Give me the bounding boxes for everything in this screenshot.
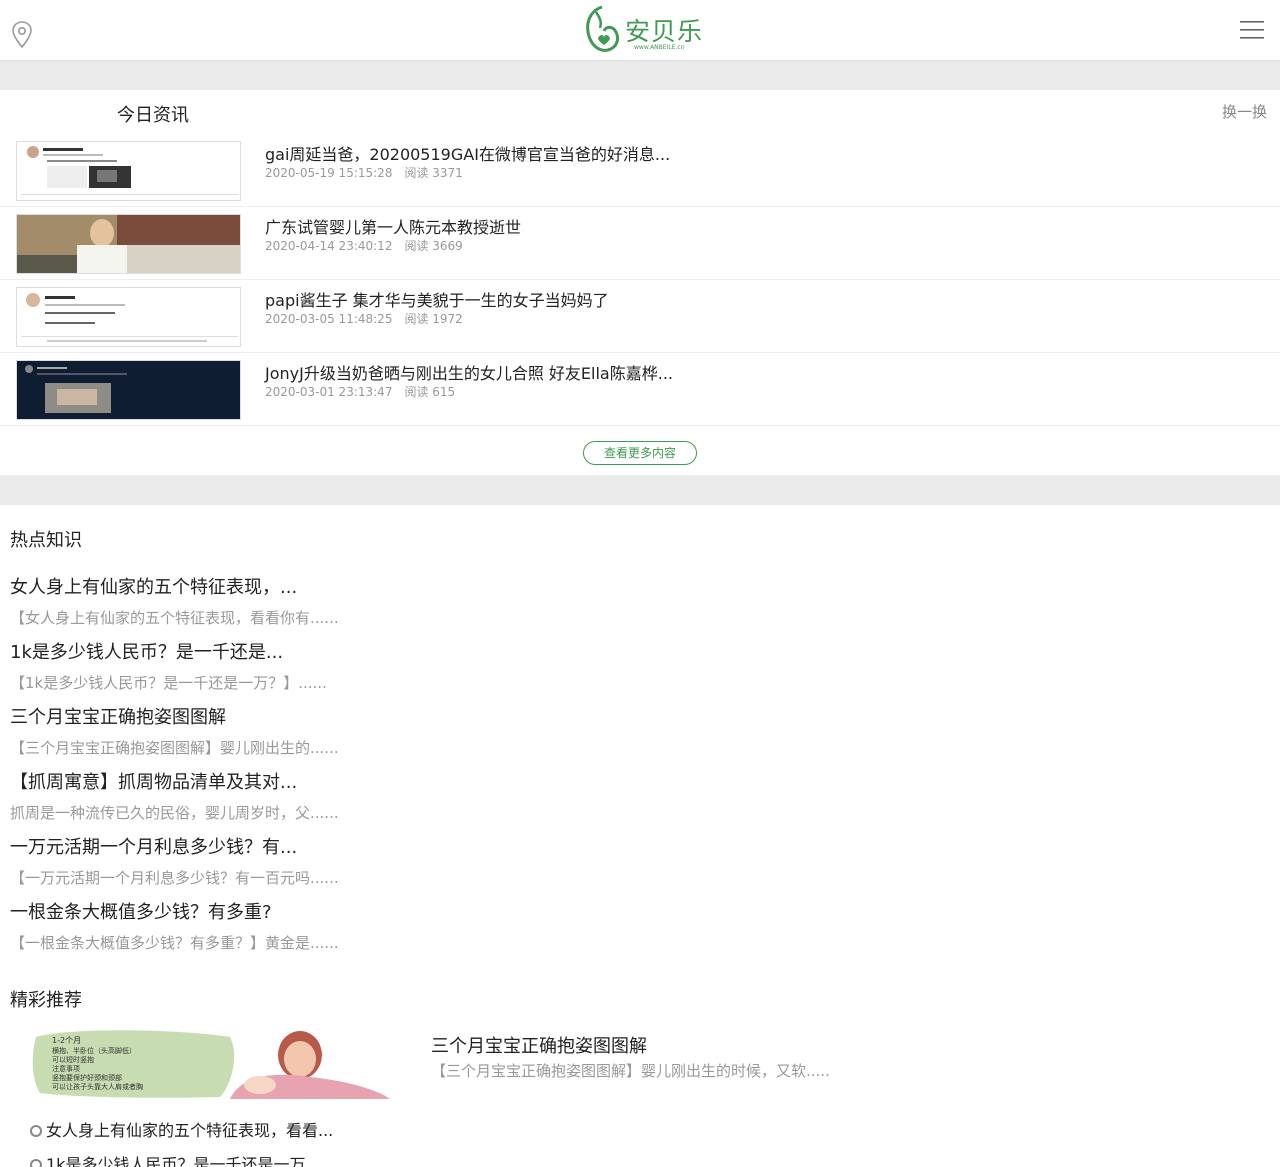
news-thumbnail — [16, 141, 241, 201]
hot-item-title[interactable]: 一根金条大概值多少钱？有多重? — [10, 898, 610, 924]
logo-subtext: www.ANBEILE.cn — [634, 44, 685, 51]
news-item-reads: 阅读 3669 — [404, 239, 463, 253]
recommend-list-item-label[interactable]: 女人身上有仙家的五个特征表现，看看... — [46, 1121, 333, 1140]
news-item-date: 2020-04-14 23:40:12 — [265, 239, 393, 253]
featured-image-text: 竖抱要保护好颈和颈部 — [52, 1073, 122, 1082]
hot-item-title[interactable]: 1k是多少钱人民币？是一千还是... — [10, 638, 610, 664]
refresh-button[interactable]: 换一换 — [1222, 101, 1267, 122]
hot-item-desc: 【三个月宝宝正确抱姿图图解】婴儿刚出生的...... — [10, 739, 339, 757]
news-item-date: 2020-03-01 23:13:47 — [265, 385, 393, 399]
hamburger-menu-icon[interactable] — [1240, 19, 1264, 41]
section-divider — [0, 61, 1280, 90]
hot-item-title[interactable]: 女人身上有仙家的五个特征表现，... — [10, 573, 610, 599]
news-section-title: 今日资讯 — [117, 105, 189, 126]
featured-image-text: 可以让孩子头靠大人肩或者胸 — [52, 1082, 143, 1091]
recommend-section-title: 精彩推荐 — [10, 990, 82, 1011]
hot-item[interactable]: 【抓周寓意】抓周物品清单及其对... 抓周是一种流传已久的民俗，婴儿周岁时，父.… — [10, 768, 610, 823]
hot-item[interactable]: 三个月宝宝正确抱姿图图解 【三个月宝宝正确抱姿图图解】婴儿刚出生的...... — [10, 703, 610, 758]
recommend-list-item[interactable]: 女人身上有仙家的五个特征表现，看看... — [30, 1117, 333, 1141]
news-item-title[interactable]: papi酱生子 集才华与美貌于一生的女子当妈妈了 — [265, 287, 609, 311]
news-item[interactable]: papi酱生子 集才华与美貌于一生的女子当妈妈了 2020-03-05 11:4… — [0, 280, 1280, 353]
hot-item-desc: 【女人身上有仙家的五个特征表现，看看你有...... — [10, 609, 339, 627]
featured-image-text: 横抱、半卧位（头高脚低） — [52, 1046, 136, 1055]
hot-item-desc: 抓周是一种流传已久的民俗，婴儿周岁时，父...... — [10, 804, 339, 822]
hot-item-title[interactable]: 【抓周寓意】抓周物品清单及其对... — [10, 768, 610, 794]
hot-item[interactable]: 1k是多少钱人民币？是一千还是... 【1k是多少钱人民币？是一千还是一万？】.… — [10, 638, 610, 693]
site-logo[interactable]: 安贝乐 www.ANBEILE.cn — [582, 4, 704, 56]
news-item-title[interactable]: JonyJ升级当奶爸晒与刚出生的女儿合照 好友Ella陈嘉桦... — [265, 360, 673, 384]
bullet-circle-icon — [30, 1159, 42, 1167]
news-item[interactable]: JonyJ升级当奶爸晒与刚出生的女儿合照 好友Ella陈嘉桦... 2020-0… — [0, 353, 1280, 426]
hot-item-title[interactable]: 三个月宝宝正确抱姿图图解 — [10, 703, 610, 729]
logo-mark-icon — [586, 5, 620, 52]
hot-item[interactable]: 一万元活期一个月利息多少钱？有... 【一万元活期一个月利息多少钱？有一百元吗.… — [10, 833, 610, 888]
news-thumbnail — [16, 214, 241, 274]
view-more-button[interactable]: 查看更多内容 — [583, 441, 697, 465]
news-item-title[interactable]: 广东试管婴儿第一人陈元本教授逝世 — [265, 214, 521, 238]
news-thumbnail — [16, 287, 241, 347]
featured-title[interactable]: 三个月宝宝正确抱姿图图解 — [431, 1032, 647, 1058]
news-item[interactable]: gai周延当爸，20200519GAI在微博官宣当爸的好消息... 2020-0… — [0, 134, 1280, 207]
news-item-meta: 2020-05-19 15:15:28 阅读 3371 — [265, 164, 475, 181]
hot-item[interactable]: 女人身上有仙家的五个特征表现，... 【女人身上有仙家的五个特征表现，看看你有.… — [10, 573, 610, 628]
recommend-list-item-label[interactable]: 1k是多少钱人民币？是一千还是一万... — [46, 1155, 321, 1167]
news-thumbnail — [16, 360, 241, 420]
featured-image-text: 可以短时竖抱 — [52, 1055, 94, 1064]
bullet-circle-icon — [30, 1125, 42, 1137]
news-item-date: 2020-05-19 15:15:28 — [265, 166, 393, 180]
news-item-meta: 2020-03-01 23:13:47 阅读 615 — [265, 383, 467, 400]
news-item-meta: 2020-03-05 11:48:25 阅读 1972 — [265, 310, 475, 327]
hot-item-desc: 【一万元活期一个月利息多少钱？有一百元吗...... — [10, 869, 339, 887]
news-item-date: 2020-03-05 11:48:25 — [265, 312, 393, 326]
hot-item-desc: 【1k是多少钱人民币？是一千还是一万？】...... — [10, 674, 327, 692]
news-item-reads: 阅读 615 — [404, 385, 456, 399]
news-item-title[interactable]: gai周延当爸，20200519GAI在微博官宣当爸的好消息... — [265, 141, 670, 165]
hot-item-title[interactable]: 一万元活期一个月利息多少钱？有... — [10, 833, 610, 859]
news-item-meta: 2020-04-14 23:40:12 阅读 3669 — [265, 237, 475, 254]
hot-item-desc: 【一根金条大概值多少钱？有多重？】黄金是...... — [10, 934, 339, 952]
location-pin-icon[interactable] — [10, 20, 34, 50]
featured-desc: 【三个月宝宝正确抱姿图图解】婴儿刚出生的时候，又软..... — [431, 1062, 830, 1080]
section-divider — [0, 475, 1280, 505]
hot-item[interactable]: 一根金条大概值多少钱？有多重? 【一根金条大概值多少钱？有多重？】黄金是....… — [10, 898, 610, 953]
logo-text: 安贝乐 — [625, 17, 704, 46]
top-navigation-bar: 安贝乐 www.ANBEILE.cn — [0, 0, 1280, 61]
featured-image[interactable]: 1-2个月 横抱、半卧位（头高脚低） 可以短时竖抱 注意事项 竖抱要保护好颈和颈… — [30, 1027, 400, 1099]
recommend-list-item[interactable]: 1k是多少钱人民币？是一千还是一万... — [30, 1151, 321, 1167]
news-item-reads: 阅读 3371 — [404, 166, 463, 180]
hot-section-title: 热点知识 — [10, 530, 82, 551]
featured-image-text: 注意事项 — [52, 1064, 80, 1073]
featured-image-text: 1-2个月 — [52, 1036, 81, 1045]
news-item-reads: 阅读 1972 — [404, 312, 463, 326]
news-item[interactable]: 广东试管婴儿第一人陈元本教授逝世 2020-04-14 23:40:12 阅读 3… — [0, 207, 1280, 280]
